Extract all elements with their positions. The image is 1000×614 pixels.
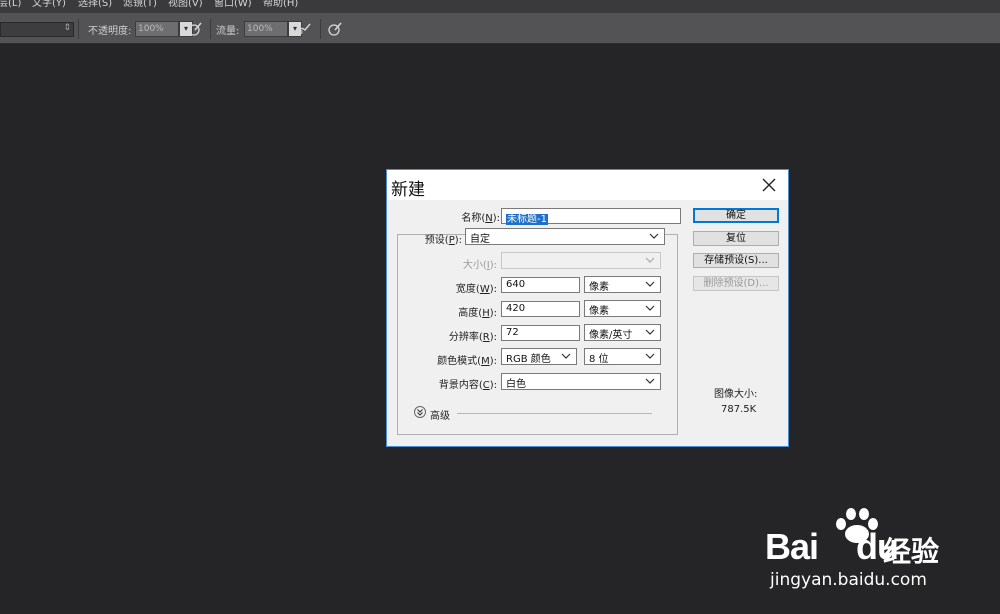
bitdepth-dropdown[interactable]: 8 位: [584, 348, 661, 365]
updown-icon: ⇕: [63, 23, 71, 33]
watermark-url: jingyan.baidu.com: [770, 570, 927, 590]
dialog-title: 新建: [391, 180, 425, 200]
height-unit-dropdown[interactable]: 像素: [584, 300, 661, 317]
menu-type[interactable]: 文字(Y): [32, 0, 66, 9]
chevron-down-icon: [649, 233, 659, 240]
close-icon[interactable]: [760, 176, 778, 194]
resolution-input[interactable]: 72: [501, 325, 580, 341]
baidu-logo-text: Bai du: [765, 526, 899, 567]
menu-layer[interactable]: 层(L): [0, 0, 21, 9]
options-bar: ⇕ 不透明度: 100% ▾ 流量: 100% ▾: [0, 13, 1000, 44]
width-unit-dropdown[interactable]: 像素: [584, 276, 661, 293]
new-document-dialog: 新建 名称(N): 未标题-1 预设(P): 自定 大小(I): 宽度(W): …: [386, 169, 789, 447]
preset-dropdown[interactable]: 自定: [465, 228, 665, 245]
name-input[interactable]: 未标题-1: [501, 208, 681, 225]
chevron-down-icon: [645, 378, 655, 385]
menu-filter[interactable]: 滤镜(T): [123, 0, 157, 9]
advanced-divider: [457, 413, 652, 414]
menu-help[interactable]: 帮助(H): [263, 0, 298, 9]
menu-select[interactable]: 选择(S): [78, 0, 112, 9]
resolution-unit-value: 像素/英寸: [589, 330, 633, 341]
chevron-down-icon: [645, 257, 655, 264]
resolution-value: 72: [506, 327, 519, 338]
flow-value: 100%: [247, 24, 273, 34]
flow-input[interactable]: 100% ▾: [244, 21, 302, 37]
flow-label: 流量:: [216, 26, 240, 37]
image-size-label: 图像大小:: [714, 389, 758, 400]
image-size-value: 787.5K: [721, 404, 757, 415]
size-dropdown: [501, 252, 661, 269]
opacity-input[interactable]: 100% ▾: [135, 21, 193, 37]
menu-view[interactable]: 视图(V): [168, 0, 203, 9]
name-label: 名称(N):: [461, 213, 500, 224]
expand-advanced-icon[interactable]: [414, 406, 426, 418]
opacity-value: 100%: [138, 24, 164, 34]
resolution-unit-dropdown[interactable]: 像素/英寸: [584, 324, 661, 341]
colormode-value: RGB 颜色: [506, 354, 551, 365]
width-input[interactable]: 640: [501, 277, 580, 293]
height-unit-value: 像素: [589, 306, 609, 317]
size-label: 大小(I):: [462, 260, 497, 271]
airbrush-icon[interactable]: [295, 20, 313, 38]
width-unit-value: 像素: [589, 282, 609, 293]
jingyan-text: 经验: [883, 535, 940, 568]
chevron-down-icon: [561, 353, 571, 360]
divider: [210, 19, 211, 39]
divider: [78, 19, 79, 39]
chevron-down-icon: [645, 329, 655, 336]
chevron-down-icon: [645, 281, 655, 288]
resolution-label: 分辨率(R):: [448, 332, 497, 343]
chevron-down-icon: [645, 353, 655, 360]
width-value: 640: [506, 279, 526, 290]
height-label: 高度(H):: [458, 308, 497, 319]
advanced-label[interactable]: 高级: [430, 407, 450, 422]
opacity-label: 不透明度:: [88, 26, 132, 37]
height-input[interactable]: 420: [501, 301, 580, 317]
preset-label: 预设(P):: [424, 235, 462, 246]
chevron-down-icon: [645, 305, 655, 312]
divider: [320, 19, 321, 39]
delete-preset-button: 删除预设(D)...: [693, 276, 779, 291]
menu-window[interactable]: 窗口(W): [214, 0, 252, 9]
colormode-dropdown[interactable]: RGB 颜色: [501, 348, 577, 365]
preset-value: 自定: [470, 234, 490, 245]
pressure-opacity-icon[interactable]: [186, 20, 204, 38]
ok-button[interactable]: 确定: [693, 208, 779, 223]
dialog-titlebar[interactable]: 新建: [387, 170, 788, 200]
reset-button[interactable]: 复位: [693, 231, 779, 246]
width-label: 宽度(W):: [455, 284, 497, 295]
baidu-jingyan-watermark: Bai du 经验 jingyan.baidu.com: [765, 508, 985, 608]
colormode-label: 颜色模式(M):: [437, 356, 497, 367]
mode-select[interactable]: ⇕: [0, 22, 74, 37]
save-preset-button[interactable]: 存储预设(S)...: [693, 253, 779, 268]
bitdepth-value: 8 位: [589, 354, 609, 365]
background-value: 白色: [506, 379, 526, 390]
pressure-size-icon[interactable]: [326, 20, 344, 38]
height-value: 420: [506, 303, 526, 314]
background-label: 背景内容(C):: [438, 380, 497, 391]
name-value: 未标题-1: [506, 214, 548, 225]
menu-bar: 层(L) 文字(Y) 选择(S) 滤镜(T) 视图(V) 窗口(W) 帮助(H): [0, 0, 1000, 13]
background-dropdown[interactable]: 白色: [501, 373, 661, 390]
